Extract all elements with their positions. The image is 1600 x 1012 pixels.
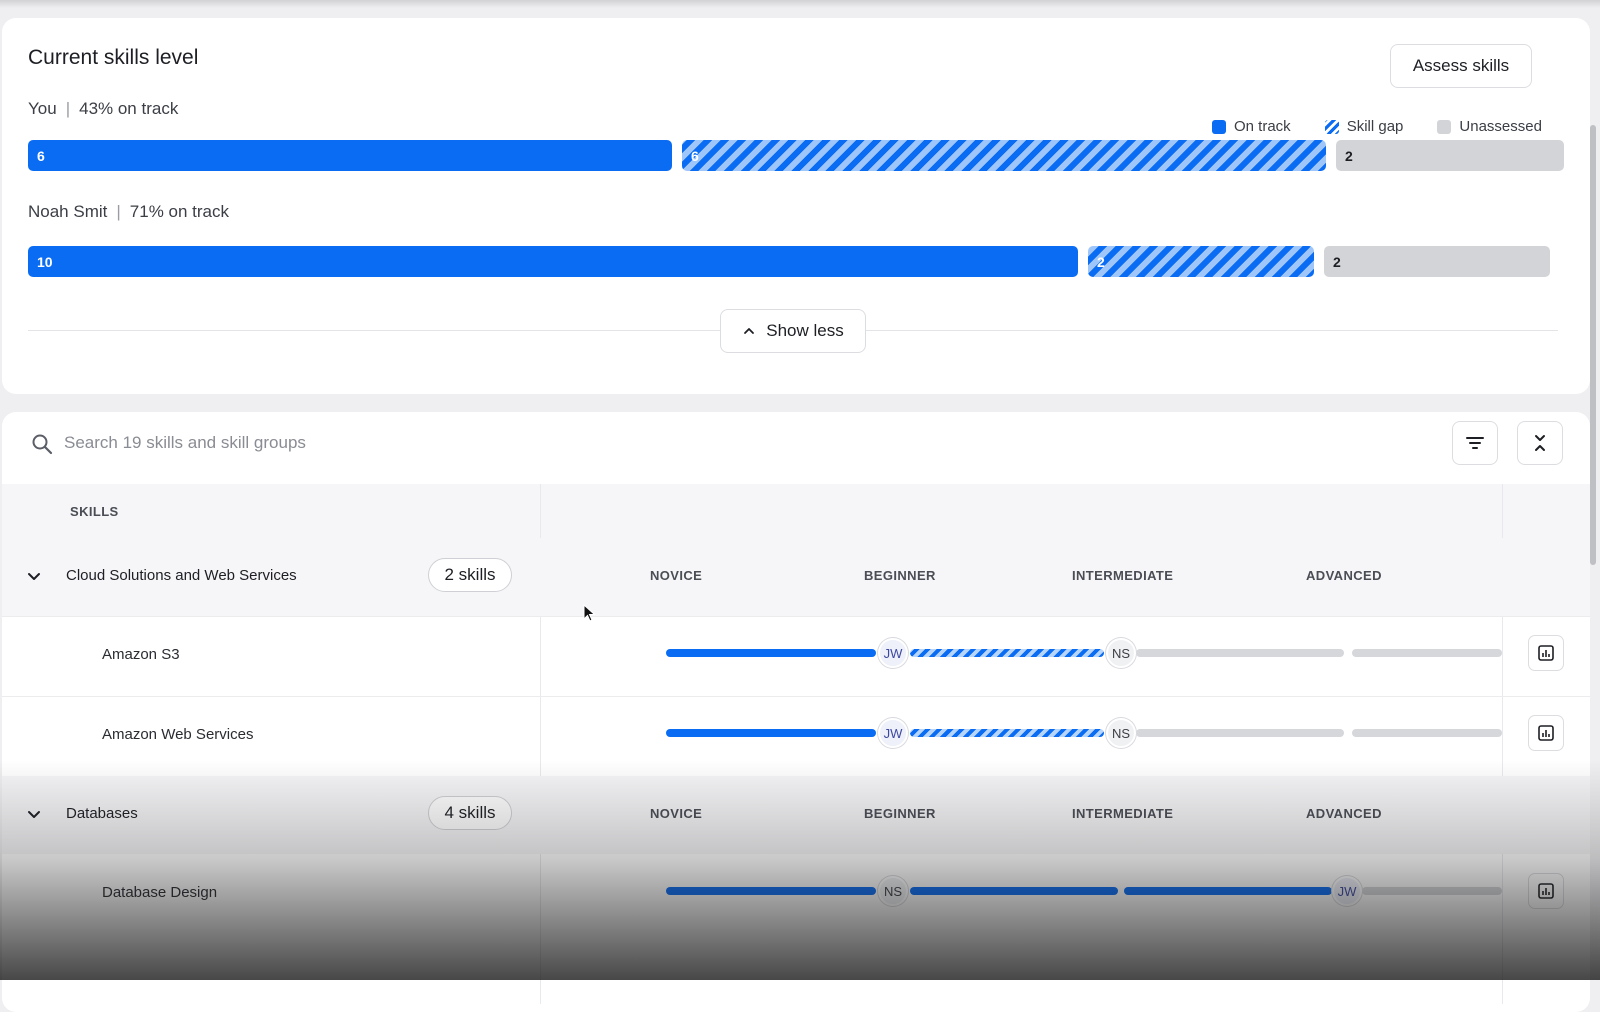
you-unassessed-bar: 2 <box>1336 140 1564 171</box>
avatar: NS <box>878 876 908 906</box>
noah-unassessed-bar: 2 <box>1324 246 1550 277</box>
level-intermediate: INTERMEDIATE <box>1072 568 1174 583</box>
summary-title: Current skills level <box>28 46 199 69</box>
row-divider <box>2 696 1590 697</box>
on-track-segment <box>666 887 876 895</box>
on-track-segment <box>910 887 1118 895</box>
search-input[interactable]: Search 19 skills and skill groups <box>64 433 306 453</box>
skill-chart-button[interactable] <box>1528 873 1564 909</box>
filter-button[interactable] <box>1452 421 1498 465</box>
chart-icon <box>1538 645 1554 661</box>
unassessed-swatch <box>1437 119 1452 134</box>
chart-icon <box>1538 725 1554 741</box>
chevron-down-icon[interactable] <box>26 807 42 823</box>
noah-on-track-bar: 10 <box>28 246 1078 277</box>
legend: On track Skill gap Unassessed <box>1212 118 1542 135</box>
skills-list-card: Search 19 skills and skill groups SKILLS… <box>2 412 1590 1012</box>
group-name: Cloud Solutions and Web Services <box>66 567 297 584</box>
person-status: 71% on track <box>129 202 230 221</box>
avatar: JW <box>878 718 908 748</box>
unassessed-segment <box>1362 887 1502 895</box>
level-advanced: ADVANCED <box>1306 806 1382 821</box>
mouse-cursor <box>583 604 596 622</box>
chevron-up-icon <box>744 328 755 334</box>
unassessed-segment <box>1136 729 1344 737</box>
search-icon <box>32 434 53 455</box>
level-novice: NOVICE <box>650 806 703 821</box>
on-track-segment <box>666 729 876 737</box>
show-less-label: Show less <box>766 321 844 340</box>
unassessed-segment <box>1352 649 1502 657</box>
person-name: You <box>28 99 57 118</box>
skill-gap-segment <box>910 729 1104 737</box>
skill-count-pill: 2 skills <box>428 558 512 592</box>
table-header <box>2 484 1590 538</box>
skill-name[interactable]: Database Design <box>102 884 217 901</box>
top-shadow <box>0 0 1600 8</box>
skill-name[interactable]: Amazon S3 <box>102 646 180 663</box>
filter-icon <box>1466 437 1484 449</box>
on-track-segment <box>666 649 876 657</box>
legend-skill-gap: Skill gap <box>1346 118 1404 135</box>
you-on-track-bar: 6 <box>28 140 672 171</box>
noah-skill-gap-bar: 2 <box>1088 246 1314 277</box>
level-beginner: BEGINNER <box>864 568 936 583</box>
skill-gap-swatch <box>1324 119 1339 134</box>
avatar: JW <box>878 638 908 668</box>
legend-on-track: On track <box>1234 118 1291 135</box>
on-track-segment <box>1124 887 1332 895</box>
collapse-all-button[interactable] <box>1517 421 1563 465</box>
level-beginner: BEGINNER <box>864 806 936 821</box>
person-noah-line: Noah Smit | 71% on track <box>28 202 230 221</box>
unassessed-segment <box>1136 649 1344 657</box>
skill-count-pill: 4 skills <box>428 796 512 830</box>
skills-summary-card: Current skills level Assess skills You | 4… <box>2 18 1590 394</box>
unassessed-segment <box>1352 729 1502 737</box>
avatar: JW <box>1332 876 1362 906</box>
assess-skills-button[interactable]: Assess skills <box>1390 44 1532 88</box>
avatar: NS <box>1106 718 1136 748</box>
skills-column-header: SKILLS <box>70 504 119 519</box>
chevron-down-icon[interactable] <box>26 569 42 585</box>
level-intermediate: INTERMEDIATE <box>1072 806 1174 821</box>
you-skill-gap-bar: 6 <box>682 140 1326 171</box>
skill-gap-segment <box>910 649 1104 657</box>
skill-chart-button[interactable] <box>1528 715 1564 751</box>
collapse-icon <box>1535 435 1545 451</box>
skill-name[interactable]: Amazon Web Services <box>102 726 253 743</box>
avatar: NS <box>1106 638 1136 668</box>
skill-chart-button[interactable] <box>1528 635 1564 671</box>
person-status: 43% on track <box>79 99 179 118</box>
group-name: Databases <box>66 805 138 822</box>
person-name: Noah Smit <box>28 202 108 221</box>
show-less-button[interactable]: Show less <box>720 309 866 353</box>
level-novice: NOVICE <box>650 568 703 583</box>
chart-icon <box>1538 883 1554 899</box>
level-advanced: ADVANCED <box>1306 568 1382 583</box>
legend-unassessed: Unassessed <box>1459 118 1542 135</box>
scrollbar[interactable] <box>1590 125 1596 565</box>
person-you-line: You | 43% on track <box>28 99 179 118</box>
on-track-swatch <box>1212 119 1226 134</box>
row-divider <box>2 616 1590 617</box>
